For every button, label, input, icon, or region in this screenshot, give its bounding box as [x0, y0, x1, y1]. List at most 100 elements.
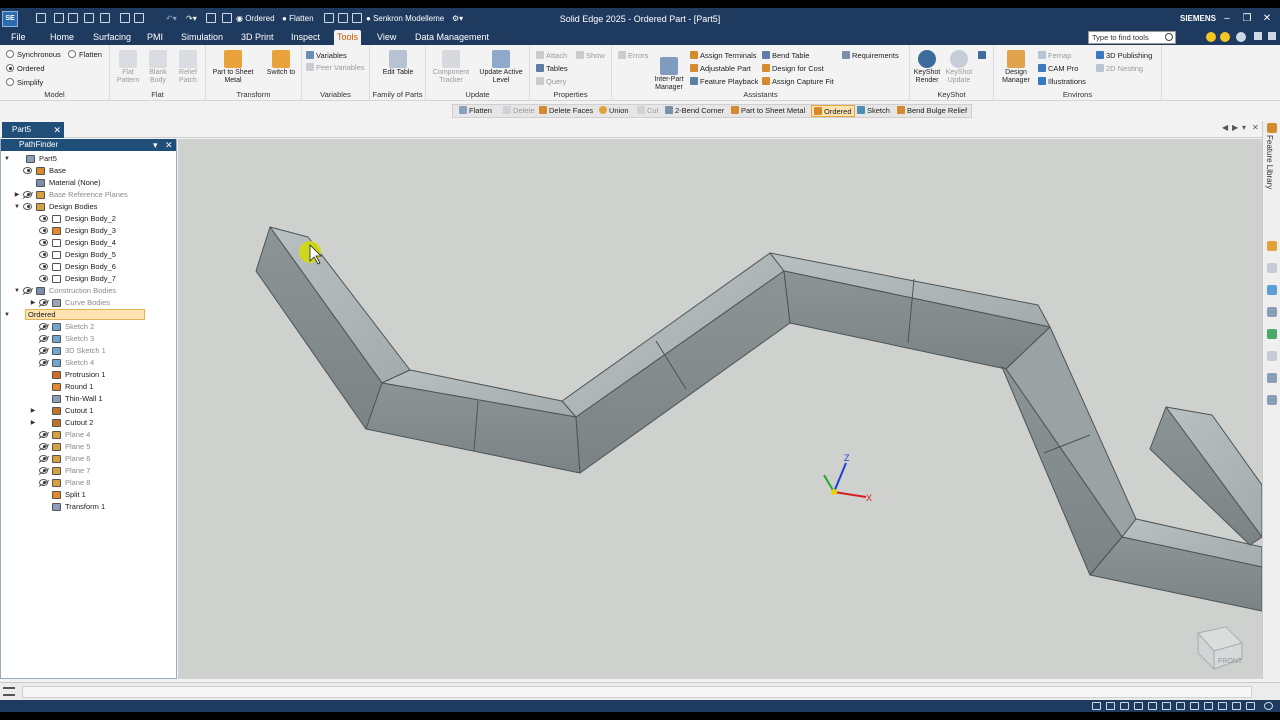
tab-data-management[interactable]: Data Management [412, 30, 492, 45]
feature-library-tab[interactable]: Feature Library [1265, 135, 1274, 189]
variables-button[interactable]: Variables [306, 51, 347, 61]
save-icon[interactable] [68, 13, 78, 23]
hidden-eye-icon[interactable] [39, 479, 48, 486]
search-input[interactable]: Type to find tools [1088, 31, 1176, 44]
tree-item[interactable]: ▶ Base Reference Planes [1, 189, 176, 201]
requirements-button[interactable]: Requirements [842, 51, 899, 61]
mode-flatten-radio[interactable]: ● Flatten [282, 12, 314, 26]
blank-body-button[interactable]: Blank Body [144, 50, 172, 85]
design-for-cost-button[interactable]: Design for Cost [762, 64, 824, 74]
tree-item[interactable]: ▼ Construction Bodies [1, 285, 176, 297]
zoom-icon[interactable] [1106, 702, 1115, 710]
tree-item[interactable]: Plane 7 [1, 465, 176, 477]
keyshot-update-button[interactable]: KeyShot Update [942, 50, 976, 85]
customize-quick-access-icon[interactable]: ⚙▾ [452, 12, 463, 26]
tree-item[interactable]: Material (None) [1, 177, 176, 189]
sketch-view-icon[interactable] [1162, 702, 1171, 710]
tables-button[interactable]: Tables [536, 64, 568, 74]
tree-item[interactable]: Sketch 3 [1, 333, 176, 345]
hidden-eye-icon[interactable] [39, 359, 48, 366]
minimize-icon[interactable]: – [1220, 12, 1234, 26]
visible-eye-icon[interactable] [23, 167, 32, 174]
flatten-command[interactable]: Flatten [459, 105, 492, 117]
inter-part-manager-button[interactable]: Inter-Part Manager [648, 57, 690, 92]
simplify-radio[interactable]: Simplify [6, 78, 43, 88]
collapse-icon[interactable]: ▼ [3, 153, 11, 165]
visible-eye-icon[interactable] [39, 239, 48, 246]
illustrations-button[interactable]: Illustrations [1038, 77, 1086, 87]
tree-item[interactable]: Plane 6 [1, 453, 176, 465]
hidden-eye-icon[interactable] [39, 455, 48, 462]
part-geometry[interactable] [255, 226, 1262, 612]
tree-item[interactable]: ▼ Ordered [1, 309, 176, 321]
keyshot-render-button[interactable]: KeyShot Render [910, 50, 944, 85]
tree-item[interactable]: ▶ Cutout 2 [1, 417, 176, 429]
tree-item[interactable]: Split 1 [1, 489, 176, 501]
sheet-metal-icon[interactable] [324, 13, 334, 23]
stack-icon[interactable] [1267, 373, 1277, 383]
adjustable-part-button[interactable]: Adjustable Part [690, 64, 751, 74]
tab-file[interactable]: File [8, 30, 29, 45]
rotate-view-icon[interactable] [1148, 702, 1157, 710]
restore-icon[interactable]: ❐ [1240, 12, 1254, 26]
hidden-eye-icon[interactable] [39, 347, 48, 354]
tree-item[interactable]: Thin-Wall 1 [1, 393, 176, 405]
new-file-icon[interactable] [36, 13, 46, 23]
tree-item[interactable]: Plane 5 [1, 441, 176, 453]
undo-history-icon[interactable] [100, 13, 110, 23]
bend-table-button[interactable]: Bend Table [762, 51, 809, 61]
feature-library-icon[interactable] [1267, 123, 1277, 133]
collapse-icon[interactable]: ▼ [3, 309, 11, 321]
assign-terminals-button[interactable]: Assign Terminals [690, 51, 757, 61]
graphics-window[interactable]: Z X FRONT [178, 139, 1262, 679]
union-command[interactable]: Union [599, 105, 629, 117]
hidden-eye-icon[interactable] [39, 443, 48, 450]
app-logo[interactable]: SE [2, 11, 18, 27]
tab-simulation[interactable]: Simulation [178, 30, 226, 45]
delete-command[interactable]: Delete [503, 105, 535, 117]
ribbon-collapse-icon[interactable] [1254, 32, 1262, 40]
query-button[interactable]: Query [536, 77, 566, 87]
part-to-sheet-metal-command[interactable]: Part to Sheet Metal [731, 105, 805, 117]
prompt-menu-icon[interactable] [3, 687, 15, 696]
coordinate-triad[interactable]: Z X [823, 453, 872, 503]
hidden-eye-icon[interactable] [39, 323, 48, 330]
edit-table-button[interactable]: Edit Table [378, 50, 418, 77]
visible-eye-icon[interactable] [39, 275, 48, 282]
properties-icon[interactable] [1267, 307, 1277, 317]
ordered-radio[interactable]: Ordered [6, 64, 45, 74]
tree-item[interactable]: Design Body_5 [1, 249, 176, 261]
delete-faces-command[interactable]: Delete Faces [539, 105, 593, 117]
visible-eye-icon[interactable] [39, 227, 48, 234]
hidden-eye-icon[interactable] [23, 287, 32, 294]
ordered-command[interactable]: Ordered [811, 105, 855, 117]
femap-button[interactable]: Femap [1038, 51, 1071, 61]
switch-to-button[interactable]: Switch to [264, 50, 298, 77]
tree-item[interactable]: Design Body_3 [1, 225, 176, 237]
pathfinder-menu-icon[interactable]: ▾ [153, 139, 158, 151]
relief-patch-button[interactable]: Relief Patch [174, 50, 202, 85]
tree-item[interactable]: Base [1, 165, 176, 177]
rotate-icon[interactable] [206, 13, 216, 23]
close-document-icon[interactable]: ✕ [53, 122, 61, 138]
expand-icon[interactable]: ▶ [29, 417, 37, 429]
ribbon-options-icon[interactable] [1268, 32, 1276, 40]
design-manager-button[interactable]: Design Manager [996, 50, 1036, 85]
show-button[interactable]: Show [576, 51, 605, 61]
select-icon[interactable] [222, 13, 232, 23]
mode-sync-radio[interactable]: ● Senkron Modelleme [366, 12, 444, 26]
expand-icon[interactable]: ▶ [29, 297, 37, 309]
visible-eye-icon[interactable] [39, 215, 48, 222]
fit-icon[interactable] [1120, 702, 1129, 710]
feature-playback-button[interactable]: Feature Playback [690, 77, 758, 87]
power-icon[interactable] [1264, 702, 1273, 710]
synchronous-radio[interactable]: Synchronous [6, 50, 61, 60]
flat-pattern-button[interactable]: Flat Pattern [114, 50, 142, 85]
tables-icon[interactable] [338, 13, 348, 23]
2d-nesting-button[interactable]: 2D Nesting [1096, 64, 1143, 74]
tree-item[interactable]: Transform 1 [1, 501, 176, 513]
component-tracker-button[interactable]: Component Tracker [428, 50, 474, 85]
expand-icon[interactable]: ▶ [13, 189, 21, 201]
collapse-icon[interactable]: ▼ [13, 201, 21, 213]
tree-item[interactable]: Sketch 2 [1, 321, 176, 333]
